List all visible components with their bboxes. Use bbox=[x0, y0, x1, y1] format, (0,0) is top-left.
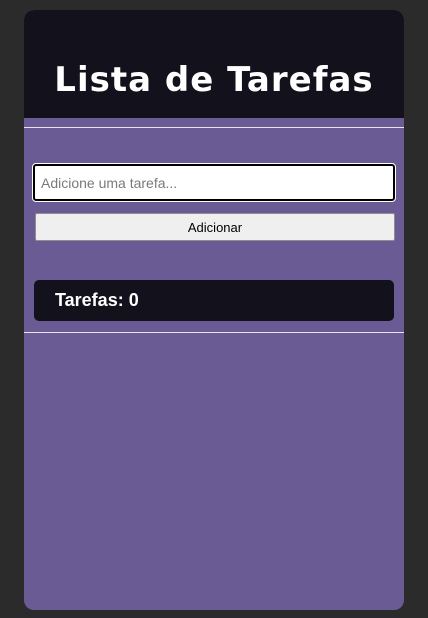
page-title: Lista de Tarefas bbox=[54, 60, 374, 100]
bottom-divider bbox=[24, 332, 404, 333]
task-counter-label: Tarefas: 0 bbox=[55, 290, 139, 310]
task-counter: Tarefas: 0 bbox=[34, 280, 394, 321]
todo-card: Lista de Tarefas Adicionar Tarefas: 0 bbox=[24, 10, 404, 610]
top-divider bbox=[24, 127, 404, 128]
add-button[interactable]: Adicionar bbox=[35, 213, 395, 241]
task-input[interactable] bbox=[32, 163, 396, 202]
header: Lista de Tarefas bbox=[24, 10, 404, 118]
